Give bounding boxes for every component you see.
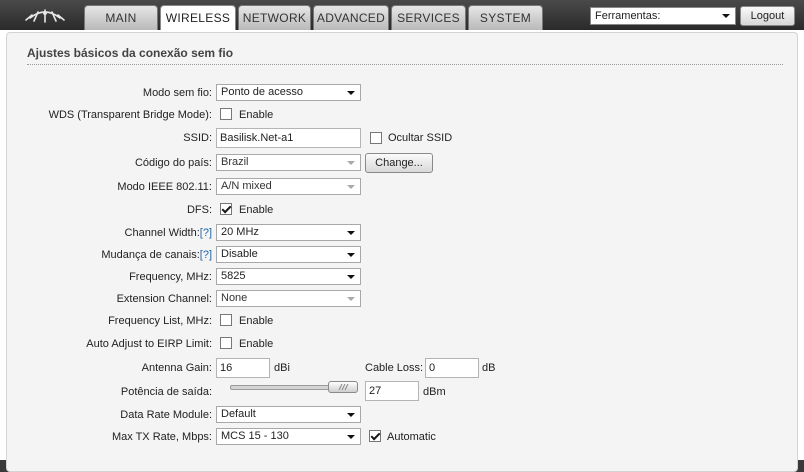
extension-channel-select[interactable]: None — [216, 290, 361, 307]
tab-main[interactable]: MAIN — [84, 5, 158, 30]
wds-checkbox[interactable] — [220, 108, 232, 120]
chevron-down-icon — [347, 185, 355, 189]
chevron-down-icon — [347, 91, 355, 95]
section-title: Ajustes básicos da conexão sem fio — [27, 46, 234, 60]
tools-select-value: Ferramentas: — [595, 10, 661, 22]
ieee-mode-value: A/N mixed — [221, 180, 272, 192]
logout-button[interactable]: Logout — [740, 6, 795, 26]
wds-enable-label: Enable — [239, 109, 274, 121]
tab-network[interactable]: NETWORK — [238, 5, 311, 30]
hide-ssid-checkbox[interactable] — [370, 132, 382, 144]
antenna-gain-unit: dBi — [274, 362, 290, 374]
hide-ssid-label: Ocultar SSID — [388, 132, 453, 144]
max-tx-rate-automatic-checkbox[interactable] — [369, 430, 381, 442]
cable-loss-unit: dB — [482, 362, 496, 374]
chevron-down-icon — [347, 297, 355, 301]
section-divider — [27, 64, 783, 65]
dfs-enable-label: Enable — [239, 204, 274, 216]
chevron-down-icon — [347, 275, 355, 279]
auto-adjust-label: Auto Adjust to EIRP Limit: — [86, 338, 212, 350]
antenna-gain-label: Antenna Gain: — [141, 362, 212, 374]
chevron-down-icon — [347, 161, 355, 165]
channel-width-label: Channel Width:[?] — [125, 226, 212, 240]
chevron-down-icon — [347, 413, 355, 417]
chevron-down-icon — [722, 14, 730, 18]
dfs-label: DFS: — [186, 204, 212, 216]
extension-channel-value: None — [221, 292, 248, 304]
cable-loss-input[interactable]: 0 — [425, 358, 479, 378]
dfs-checkbox[interactable] — [220, 203, 232, 215]
ieee-mode-select[interactable]: A/N mixed — [216, 178, 361, 195]
frequency-list-checkbox[interactable] — [220, 314, 232, 326]
output-power-input[interactable]: 27 — [365, 381, 419, 401]
grip-icon — [338, 383, 349, 391]
data-rate-module-select[interactable]: Default — [216, 406, 361, 423]
wireless-mode-select[interactable]: Ponto de acesso — [216, 84, 361, 101]
tab-wireless[interactable]: WIRELESS — [160, 5, 236, 31]
max-tx-rate-label: Max TX Rate, Mbps: — [111, 431, 212, 443]
tab-advanced[interactable]: ADVANCED — [313, 5, 389, 30]
country-value: Brazil — [221, 156, 249, 168]
auto-adjust-enable-label: Enable — [239, 338, 274, 350]
country-select[interactable]: Brazil — [216, 154, 361, 171]
extension-channel-label: Extension Channel: — [116, 293, 212, 305]
data-rate-module-value: Default — [221, 408, 256, 420]
channel-shift-text: Mudança de canais: — [101, 249, 200, 261]
wireless-mode-value: Ponto de acesso — [221, 86, 303, 98]
max-tx-rate-automatic-label: Automatic — [387, 431, 436, 443]
frequency-list-enable-label: Enable — [239, 315, 274, 327]
data-rate-module-label: Data Rate Module: — [120, 409, 212, 421]
channel-shift-value: Disable — [221, 248, 258, 260]
channel-width-text: Channel Width: — [124, 227, 200, 239]
country-label: Código do país: — [134, 157, 212, 169]
channel-width-select[interactable]: 20 MHz — [216, 224, 361, 241]
channel-width-value: 20 MHz — [221, 226, 259, 238]
chevron-down-icon — [347, 253, 355, 257]
frequency-value: 5825 — [221, 270, 246, 282]
auto-adjust-checkbox[interactable] — [220, 337, 232, 349]
channel-shift-select[interactable]: Disable — [216, 246, 361, 263]
tab-services[interactable]: SERVICES — [391, 5, 466, 30]
output-power-label: Potência de saída: — [120, 386, 212, 398]
ieee-mode-label: Modo IEEE 802.11: — [117, 181, 212, 193]
top-bar: MAIN WIRELESS NETWORK ADVANCED SERVICES … — [0, 0, 804, 31]
cable-loss-label: Cable Loss: — [365, 362, 424, 374]
ssid-input[interactable]: Basilisk.Net-a1 — [216, 128, 361, 148]
wireless-mode-label: Modo sem fio: — [142, 87, 212, 99]
chevron-down-icon — [347, 231, 355, 235]
frequency-list-label: Frequency List, MHz: — [108, 315, 212, 327]
ssid-label: SSID: — [183, 132, 212, 144]
change-country-button[interactable]: Change... — [365, 153, 433, 173]
channel-shift-help-link[interactable]: [?] — [200, 249, 212, 261]
frequency-label: Frequency, MHz: — [129, 271, 212, 283]
max-tx-rate-value: MCS 15 - 130 — [221, 430, 289, 442]
max-tx-rate-select[interactable]: MCS 15 - 130 — [216, 428, 361, 445]
wds-label: WDS (Transparent Bridge Mode): — [48, 109, 212, 121]
antenna-gain-input[interactable]: 16 — [216, 358, 270, 378]
output-power-unit: dBm — [423, 386, 446, 398]
frequency-select[interactable]: 5825 — [216, 268, 361, 285]
tab-system[interactable]: SYSTEM — [468, 5, 543, 30]
output-power-slider-handle[interactable] — [328, 381, 358, 393]
chevron-down-icon — [347, 435, 355, 439]
tools-select[interactable]: Ferramentas: — [590, 7, 736, 25]
channel-shift-label: Mudança de canais:[?] — [101, 248, 212, 262]
channel-width-help-link[interactable]: [?] — [200, 227, 212, 239]
ubiquiti-logo-icon — [25, 9, 65, 23]
